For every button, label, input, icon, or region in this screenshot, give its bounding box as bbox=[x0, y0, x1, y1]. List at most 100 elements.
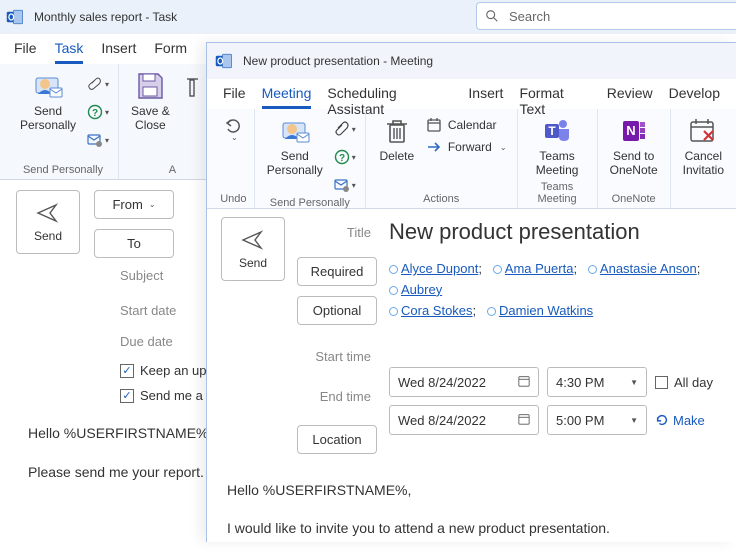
teams-icon: T bbox=[541, 115, 573, 147]
compose-area: Send Title Required Optional Start time … bbox=[207, 209, 736, 462]
attendee-link[interactable]: Ama Puerta bbox=[505, 261, 574, 276]
paperclip-icon bbox=[87, 76, 103, 92]
ribbon: ⌄ Undo Send Personally ▾ ?▾ ▾ Send Perso… bbox=[207, 109, 736, 209]
make-recurring-link[interactable]: Make bbox=[655, 413, 705, 428]
person-mail-icon bbox=[32, 70, 64, 102]
help-icon: ? bbox=[87, 104, 103, 120]
search-placeholder: Search bbox=[509, 9, 550, 24]
body-line: I would like to invite you to attend a n… bbox=[227, 514, 716, 542]
ribbon-group-cancel: Cancel Invitatio bbox=[671, 109, 736, 208]
send-button[interactable]: Send bbox=[16, 190, 80, 254]
title-bar: New product presentation - Meeting bbox=[207, 43, 736, 79]
trash-icon bbox=[381, 115, 413, 147]
required-button[interactable]: Required bbox=[297, 257, 377, 286]
ribbon-group-send-personally: Send Personally ▾ ?▾ ▾ Send Personally bbox=[255, 109, 366, 208]
attendee-link[interactable]: Cora Stokes bbox=[401, 303, 473, 318]
menu-developer[interactable]: Develop bbox=[669, 85, 720, 109]
presence-icon bbox=[588, 265, 597, 274]
body-line: Hello %USERFIRSTNAME%, bbox=[227, 476, 716, 504]
forward-arrow-icon bbox=[426, 139, 442, 155]
mail-gear-icon bbox=[87, 132, 103, 148]
outlook-icon bbox=[6, 8, 24, 26]
presence-icon bbox=[389, 286, 398, 295]
start-date-field[interactable]: Wed 8/24/2022 bbox=[389, 367, 539, 397]
mail-settings-dropdown[interactable]: ▾ bbox=[331, 173, 359, 197]
ribbon-group-onenote: N Send to OneNote OneNote bbox=[598, 109, 671, 208]
delete-button[interactable]: Delete bbox=[372, 113, 422, 165]
title-bar: Monthly sales report - Task Search bbox=[0, 0, 736, 34]
presence-icon bbox=[487, 307, 496, 316]
send-personally-button[interactable]: Send Personally bbox=[261, 113, 329, 180]
send-button[interactable]: Send bbox=[221, 217, 285, 281]
forward-button[interactable]: Forward ⌄ bbox=[426, 139, 507, 155]
from-button[interactable]: From⌄ bbox=[94, 190, 174, 219]
location-button[interactable]: Location bbox=[297, 425, 377, 454]
end-date-field[interactable]: Wed 8/24/2022 bbox=[389, 405, 539, 435]
svg-text:?: ? bbox=[339, 153, 345, 164]
svg-text:N: N bbox=[626, 123, 635, 138]
svg-text:T: T bbox=[548, 124, 556, 138]
save-icon bbox=[134, 70, 166, 102]
paperclip-icon bbox=[334, 121, 350, 137]
calendar-picker-icon bbox=[518, 375, 530, 390]
menu-bar: File Meeting Scheduling Assistant Insert… bbox=[207, 79, 736, 109]
ribbon-group-actions: Delete Calendar Forward ⌄ Actions bbox=[366, 109, 518, 208]
attendee-link[interactable]: Aubrey bbox=[401, 282, 442, 297]
window-title: Monthly sales report - Task bbox=[34, 10, 177, 24]
optional-button[interactable]: Optional bbox=[297, 296, 377, 325]
menu-scheduling-assistant[interactable]: Scheduling Assistant bbox=[327, 85, 452, 109]
send-icon bbox=[36, 201, 60, 225]
help-dropdown[interactable]: ?▾ bbox=[84, 100, 112, 124]
menu-file[interactable]: File bbox=[14, 40, 37, 64]
calendar-icon bbox=[426, 117, 442, 133]
ribbon-group-undo: ⌄ Undo bbox=[213, 109, 255, 208]
ribbon-group-teams: T Teams Meeting Teams Meeting bbox=[518, 109, 598, 208]
required-attendees[interactable]: Alyce Dupont; Ama Puerta; Anastasie Anso… bbox=[389, 259, 722, 321]
search-icon bbox=[485, 9, 499, 23]
menu-insert[interactable]: Insert bbox=[101, 40, 136, 64]
to-button[interactable]: To bbox=[94, 229, 174, 258]
menu-format-text[interactable]: Form bbox=[154, 40, 187, 64]
recurring-icon bbox=[655, 413, 669, 427]
search-box[interactable]: Search bbox=[476, 2, 736, 30]
window-title: New product presentation - Meeting bbox=[243, 54, 433, 68]
attendee-link[interactable]: Anastasie Anson bbox=[600, 261, 697, 276]
save-close-button[interactable]: Save & Close bbox=[125, 68, 176, 135]
calendar-button[interactable]: Calendar bbox=[426, 117, 507, 133]
menu-meeting[interactable]: Meeting bbox=[262, 85, 312, 109]
help-dropdown[interactable]: ?▾ bbox=[331, 145, 359, 169]
menu-insert[interactable]: Insert bbox=[468, 85, 503, 109]
cancel-invitation-button[interactable]: Cancel Invitatio bbox=[677, 113, 730, 180]
outlook-icon bbox=[215, 52, 233, 70]
attach-dropdown[interactable]: ▾ bbox=[331, 117, 359, 141]
title-input[interactable]: New product presentation bbox=[389, 217, 722, 251]
menu-file[interactable]: File bbox=[223, 85, 246, 109]
menu-review[interactable]: Review bbox=[607, 85, 653, 109]
attendee-link[interactable]: Damien Watkins bbox=[499, 303, 593, 318]
menu-task[interactable]: Task bbox=[55, 40, 84, 64]
attendee-link[interactable]: Alyce Dupont bbox=[401, 261, 478, 276]
start-time-label: Start time bbox=[297, 341, 377, 371]
svg-text:?: ? bbox=[92, 108, 98, 119]
meeting-window: New product presentation - Meeting File … bbox=[206, 42, 736, 542]
all-day-checkbox[interactable]: All day bbox=[655, 375, 713, 390]
mail-settings-dropdown[interactable]: ▾ bbox=[84, 128, 112, 152]
menu-format-text[interactable]: Format Text bbox=[519, 85, 590, 109]
teams-meeting-button[interactable]: T Teams Meeting bbox=[530, 113, 585, 180]
mail-gear-icon bbox=[334, 177, 350, 193]
send-to-onenote-button[interactable]: N Send to OneNote bbox=[604, 113, 664, 180]
start-time-field[interactable]: 4:30 PM▼ bbox=[547, 367, 647, 397]
onenote-icon: N bbox=[618, 115, 650, 147]
presence-icon bbox=[389, 265, 398, 274]
person-mail-icon bbox=[279, 115, 311, 147]
undo-icon bbox=[223, 115, 243, 135]
ribbon-group-send-personally: Send Personally ▾ ?▾ ▾ Send Personally bbox=[8, 64, 119, 179]
presence-icon bbox=[493, 265, 502, 274]
attach-dropdown[interactable]: ▾ bbox=[84, 72, 112, 96]
presence-icon bbox=[389, 307, 398, 316]
send-icon bbox=[241, 228, 265, 252]
calendar-picker-icon bbox=[518, 413, 530, 428]
title-label: Title bbox=[297, 217, 377, 247]
send-personally-button[interactable]: Send Personally bbox=[14, 68, 82, 135]
end-time-field[interactable]: 5:00 PM▼ bbox=[547, 405, 647, 435]
